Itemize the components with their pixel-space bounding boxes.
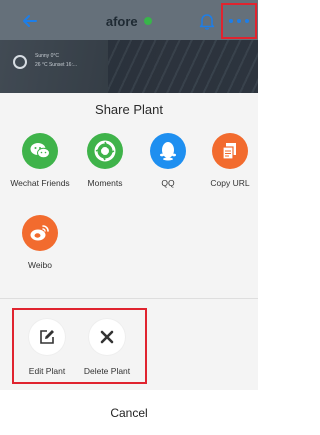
delete-plant-label: Delete Plant (83, 366, 131, 376)
share-copy-url-label: Copy URL (210, 178, 250, 188)
bell-icon[interactable] (199, 12, 215, 30)
delete-plant-button[interactable]: Delete Plant (76, 319, 138, 376)
weather-details: 26 °C Sunset 16:... (35, 62, 78, 68)
share-weibo-label: Weibo (28, 260, 52, 270)
delete-icon (89, 319, 125, 355)
page-title-container: afore (0, 13, 258, 31)
more-options-button[interactable] (221, 3, 257, 39)
copy-url-icon (212, 133, 248, 169)
share-qq-button[interactable]: QQ (138, 133, 198, 188)
cancel-button[interactable]: Cancel (0, 390, 258, 435)
wechat-icon (22, 133, 58, 169)
share-wechat-label: Wechat Friends (10, 178, 70, 188)
qq-icon (150, 133, 186, 169)
share-sheet: Share Plant Wechat Friends Moments QQ Co… (0, 93, 258, 435)
share-qq-label: QQ (161, 178, 175, 188)
more-icon (229, 19, 249, 23)
sheet-title: Share Plant (95, 102, 163, 117)
weather-icon (13, 55, 27, 69)
plant-actions-highlight: Edit Plant Delete Plant (12, 308, 147, 384)
weather-widget: Sunny 0°C 26 °C Sunset 16:... (13, 51, 93, 81)
plant-header: afore Sunny 0°C 26 °C Sunset 16:... (0, 0, 258, 93)
verified-icon (144, 16, 153, 25)
divider (0, 298, 258, 299)
weather-condition: Sunny 0°C (35, 53, 59, 59)
page-title: afore (105, 14, 138, 29)
edit-icon (29, 319, 65, 355)
share-moments-label: Moments (87, 178, 123, 188)
moments-icon (87, 133, 123, 169)
share-moments-button[interactable]: Moments (75, 133, 135, 188)
share-copy-url-button[interactable]: Copy URL (200, 133, 260, 188)
share-wechat-button[interactable]: Wechat Friends (10, 133, 70, 188)
edit-plant-label: Edit Plant (28, 366, 66, 376)
weibo-icon (22, 215, 58, 251)
share-weibo-button[interactable]: Weibo (10, 215, 70, 270)
cancel-label: Cancel (110, 405, 148, 420)
edit-plant-button[interactable]: Edit Plant (16, 319, 78, 376)
